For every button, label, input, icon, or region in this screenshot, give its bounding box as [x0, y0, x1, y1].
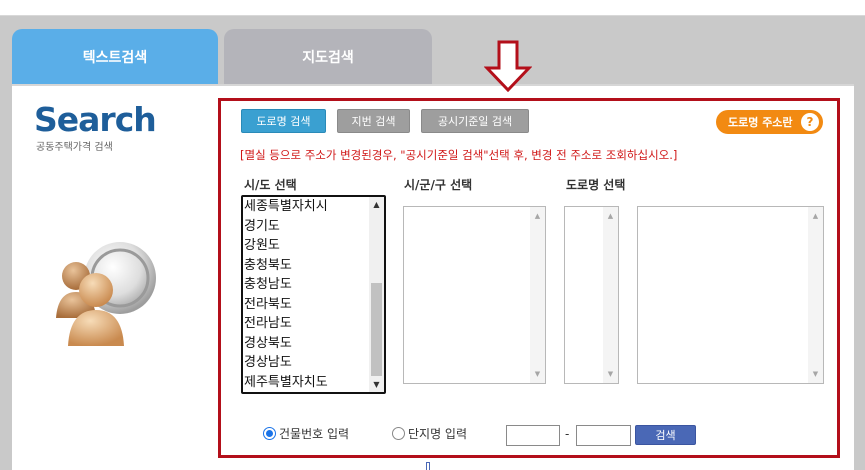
scroll-down-icon[interactable]: ▼: [530, 367, 545, 381]
scroll-down-icon[interactable]: ▼: [808, 367, 823, 381]
list-item[interactable]: 전라북도: [243, 295, 384, 315]
scroll-up-icon[interactable]: ▲: [808, 209, 823, 223]
list-item[interactable]: 충청북도: [243, 256, 384, 276]
building-number-radio[interactable]: 건물번호 입력: [263, 425, 349, 442]
search-button[interactable]: 검색: [635, 425, 696, 445]
sigungu-scrollbar[interactable]: ▲ ▼: [530, 207, 545, 383]
list-item[interactable]: 제주특별자치도: [243, 373, 384, 393]
list-item[interactable]: 경기도: [243, 217, 384, 237]
scroll-up-icon[interactable]: ▲: [603, 209, 618, 223]
number-dash: -: [565, 427, 570, 441]
sido-listbox[interactable]: 세종특별자치시 경기도 강원도 충청북도 충청남도 전라북도 전라남도 경상북도…: [241, 195, 386, 394]
road-name-scrollbar[interactable]: ▲ ▼: [808, 207, 823, 383]
road-search-button[interactable]: 도로명 검색: [241, 109, 326, 133]
scroll-up-icon[interactable]: ▲: [369, 197, 384, 212]
page: 텍스트검색 지도검색 Search 공동주택가격 검색 도로명 검색 지번 검색…: [0, 0, 865, 470]
radio-unchecked-icon[interactable]: [392, 427, 405, 440]
sigungu-label: 시/군/구 선택: [404, 178, 473, 192]
road-initial-listbox[interactable]: ▲ ▼: [564, 206, 619, 384]
user-globe-icon: [56, 242, 156, 346]
list-item[interactable]: 세종특별자치시: [243, 197, 384, 217]
notice-date-search-button[interactable]: 공시기준일 검색: [421, 109, 529, 133]
road-name-listbox[interactable]: ▲ ▼: [637, 206, 824, 384]
sub-number-input[interactable]: [576, 425, 631, 446]
complex-name-label: 단지명 입력: [408, 427, 468, 441]
scroll-thumb[interactable]: [371, 283, 382, 376]
road-label: 도로명 선택: [566, 178, 626, 192]
sigungu-listbox[interactable]: ▲ ▼: [403, 206, 546, 384]
tab-map-search[interactable]: 지도검색: [224, 29, 432, 85]
list-item[interactable]: 전라남도: [243, 314, 384, 334]
sido-scrollbar[interactable]: ▲ ▼: [369, 197, 384, 392]
tab-map-search-label: 지도검색: [302, 50, 354, 66]
road-address-guide-button[interactable]: 도로명 주소란 ?: [716, 110, 823, 134]
scroll-down-icon[interactable]: ▼: [369, 377, 384, 392]
cursor-mark: [426, 462, 430, 470]
scroll-down-icon[interactable]: ▼: [603, 367, 618, 381]
road-initial-scrollbar[interactable]: ▲ ▼: [603, 207, 618, 383]
sido-label: 시/도 선택: [244, 178, 297, 192]
list-item[interactable]: 충청남도: [243, 275, 384, 295]
search-subtitle: 공동주택가격 검색: [36, 142, 113, 153]
list-item[interactable]: 경상북도: [243, 334, 384, 354]
main-number-input[interactable]: [506, 425, 560, 446]
tab-text-search-label: 텍스트검색: [82, 50, 148, 66]
guide-label: 도로명 주소란: [728, 116, 793, 129]
help-icon: ?: [801, 113, 819, 131]
building-number-label: 건물번호 입력: [279, 427, 350, 441]
notice-text: [멸실 등으로 주소가 변경된경우, "공시기준일 검색"선택 후, 변경 전 …: [240, 148, 678, 162]
lot-search-button[interactable]: 지번 검색: [337, 109, 410, 133]
list-item[interactable]: 경상남도: [243, 353, 384, 373]
list-item[interactable]: 강원도: [243, 236, 384, 256]
scroll-up-icon[interactable]: ▲: [530, 209, 545, 223]
tab-text-search[interactable]: 텍스트검색: [12, 29, 218, 85]
down-arrow-icon: [484, 40, 532, 92]
search-logo: Search: [34, 100, 157, 139]
top-bar: [0, 0, 865, 16]
complex-name-radio[interactable]: 단지명 입력: [392, 425, 467, 442]
radio-checked-icon[interactable]: [263, 427, 276, 440]
